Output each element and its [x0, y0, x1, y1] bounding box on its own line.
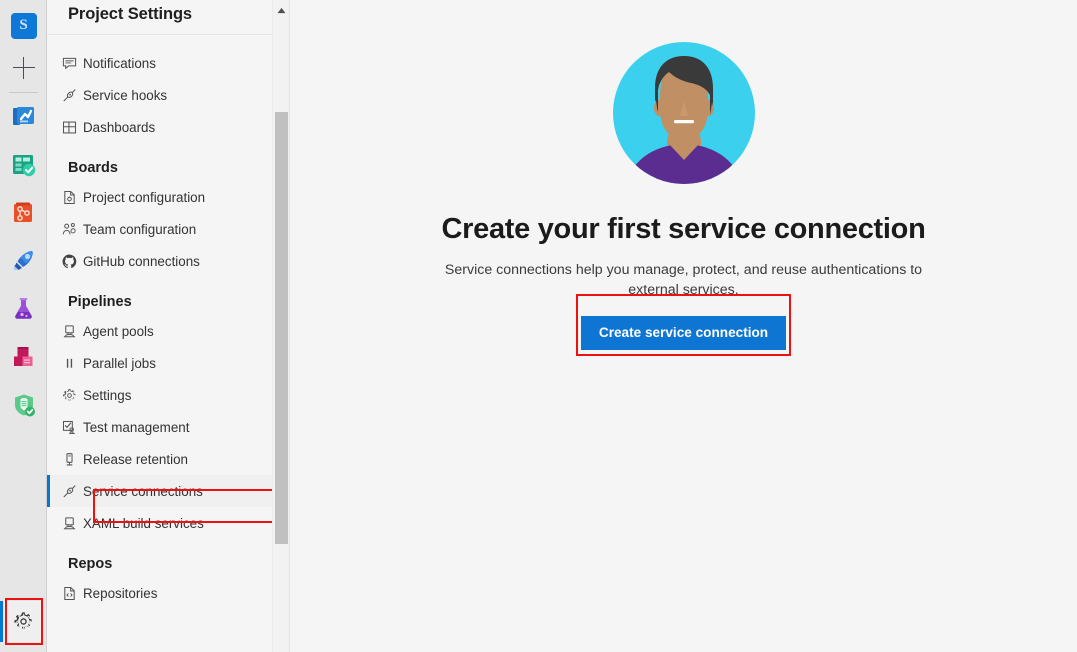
repositories-icon: [61, 585, 77, 601]
sidebar-item-label: Dashboards: [83, 120, 155, 135]
nav-group-label: Repos: [47, 551, 290, 577]
rail-item-artifacts[interactable]: [0, 333, 47, 380]
service-hooks-icon: [61, 87, 77, 103]
sidebar-item-notifications[interactable]: Notifications: [47, 47, 290, 79]
parallel-jobs-icon: [61, 355, 77, 371]
create-service-connection-wrapper: Create service connection: [581, 300, 786, 350]
github-icon: [61, 253, 77, 269]
sidebar-item-label: GitHub connections: [83, 254, 200, 269]
sidebar-item-settings[interactable]: Settings: [47, 379, 290, 411]
xaml-build-services-icon: [61, 515, 77, 531]
scrollbar-thumb[interactable]: [275, 112, 288, 544]
group-spacer: [47, 539, 290, 551]
sidebar-item-github-connections[interactable]: GitHub connections: [47, 245, 290, 277]
settings-gear-icon: [61, 387, 77, 403]
selected-accent-bar: [0, 601, 3, 642]
artifacts-boxes-icon: [11, 344, 37, 370]
sidebar-item-label: Settings: [83, 388, 131, 403]
avatar: [611, 40, 757, 191]
sidebar-item-agent-pools[interactable]: Agent pools: [47, 315, 290, 347]
notifications-icon: [61, 55, 77, 71]
sidebar-item-service-hooks[interactable]: Service hooks: [47, 79, 290, 111]
sidebar-item-test-management[interactable]: Test management: [47, 411, 290, 443]
release-retention-icon: [61, 451, 77, 467]
plus-icon: [13, 57, 35, 79]
sidebar-item-label: Project configuration: [83, 190, 205, 205]
gear-icon: [13, 611, 34, 632]
sidebar-item-release-retention[interactable]: Release retention: [47, 443, 290, 475]
sidebar-item-xaml-build-services[interactable]: XAML build services: [47, 507, 290, 539]
nav-scroll-region: Notifications Service hooks Dashboards: [47, 35, 290, 652]
group-spacer: [47, 277, 290, 289]
sidebar-item-label: Service hooks: [83, 88, 167, 103]
group-spacer: [47, 35, 290, 47]
rail-item-boards[interactable]: [0, 141, 47, 188]
nav-scrollbar[interactable]: [272, 0, 289, 652]
person-avatar-icon: [611, 40, 757, 186]
sidebar-item-dashboards[interactable]: Dashboards: [47, 111, 290, 143]
sidebar-item-label: Parallel jobs: [83, 356, 156, 371]
sidebar-item-service-connections[interactable]: Service connections: [47, 475, 290, 507]
hero-title: Create your first service connection: [442, 213, 926, 246]
shield-check-icon: [11, 392, 37, 418]
team-configuration-icon: [61, 221, 77, 237]
pipelines-rocket-icon: [11, 248, 37, 274]
app-window: S: [0, 0, 1077, 652]
org-logo-icon: S: [11, 13, 37, 39]
agent-pools-icon: [61, 323, 77, 339]
sidebar-item-label: Agent pools: [83, 324, 154, 339]
boards-icon: [11, 152, 37, 178]
sidebar-item-label: Service connections: [83, 484, 203, 499]
repos-icon: [11, 200, 37, 226]
main-content: Create your first service connection Ser…: [290, 0, 1077, 652]
test-management-icon: [61, 419, 77, 435]
project-configuration-icon: [61, 189, 77, 205]
sidebar-item-repositories[interactable]: Repositories: [47, 577, 290, 609]
sidebar-item-parallel-jobs[interactable]: Parallel jobs: [47, 347, 290, 379]
page-title: Project Settings: [68, 5, 192, 24]
sidebar-item-label: XAML build services: [83, 516, 204, 531]
nav-group-pipelines: Pipelines Agent pools Parallel jobs: [47, 289, 290, 539]
nav-group-boards: Boards Project configuration Team config…: [47, 155, 290, 277]
rail-item-test-plans[interactable]: [0, 285, 47, 332]
selected-accent-bar: [47, 475, 50, 507]
rail-item-advanced-security[interactable]: [0, 381, 47, 428]
rail-item-pipelines[interactable]: [0, 237, 47, 284]
left-icon-rail: S: [0, 0, 47, 652]
sidebar-item-label: Test management: [83, 420, 189, 435]
dashboards-icon: [61, 119, 77, 135]
create-service-connection-button[interactable]: Create service connection: [581, 316, 786, 350]
nav-group-label: Boards: [47, 155, 290, 181]
sidebar-item-label: Release retention: [83, 452, 188, 467]
nav-group-repos: Repos Repositories: [47, 551, 290, 609]
hero-subtitle: Service connections help you manage, pro…: [434, 260, 934, 300]
nav-group-general: Notifications Service hooks Dashboards: [47, 47, 290, 143]
rail-item-project-settings[interactable]: [4, 601, 43, 642]
rail-item-repos[interactable]: [0, 189, 47, 236]
group-spacer: [47, 143, 290, 155]
sidebar-item-project-configuration[interactable]: Project configuration: [47, 181, 290, 213]
rail-item-org-logo[interactable]: S: [0, 2, 47, 49]
rail-item-overview[interactable]: [0, 93, 47, 140]
project-settings-nav-panel: Project Settings Notifications Service h…: [47, 0, 290, 652]
rail-item-new[interactable]: [0, 44, 47, 91]
sidebar-item-team-configuration[interactable]: Team configuration: [47, 213, 290, 245]
service-connections-icon: [61, 483, 77, 499]
test-plans-flask-icon: [11, 296, 37, 322]
overview-icon: [11, 104, 37, 130]
scroll-up-arrow-icon[interactable]: [273, 2, 290, 19]
sidebar-item-label: Notifications: [83, 56, 156, 71]
sidebar-item-label: Team configuration: [83, 222, 196, 237]
sidebar-item-label: Repositories: [83, 586, 157, 601]
nav-group-label: Pipelines: [47, 289, 290, 315]
